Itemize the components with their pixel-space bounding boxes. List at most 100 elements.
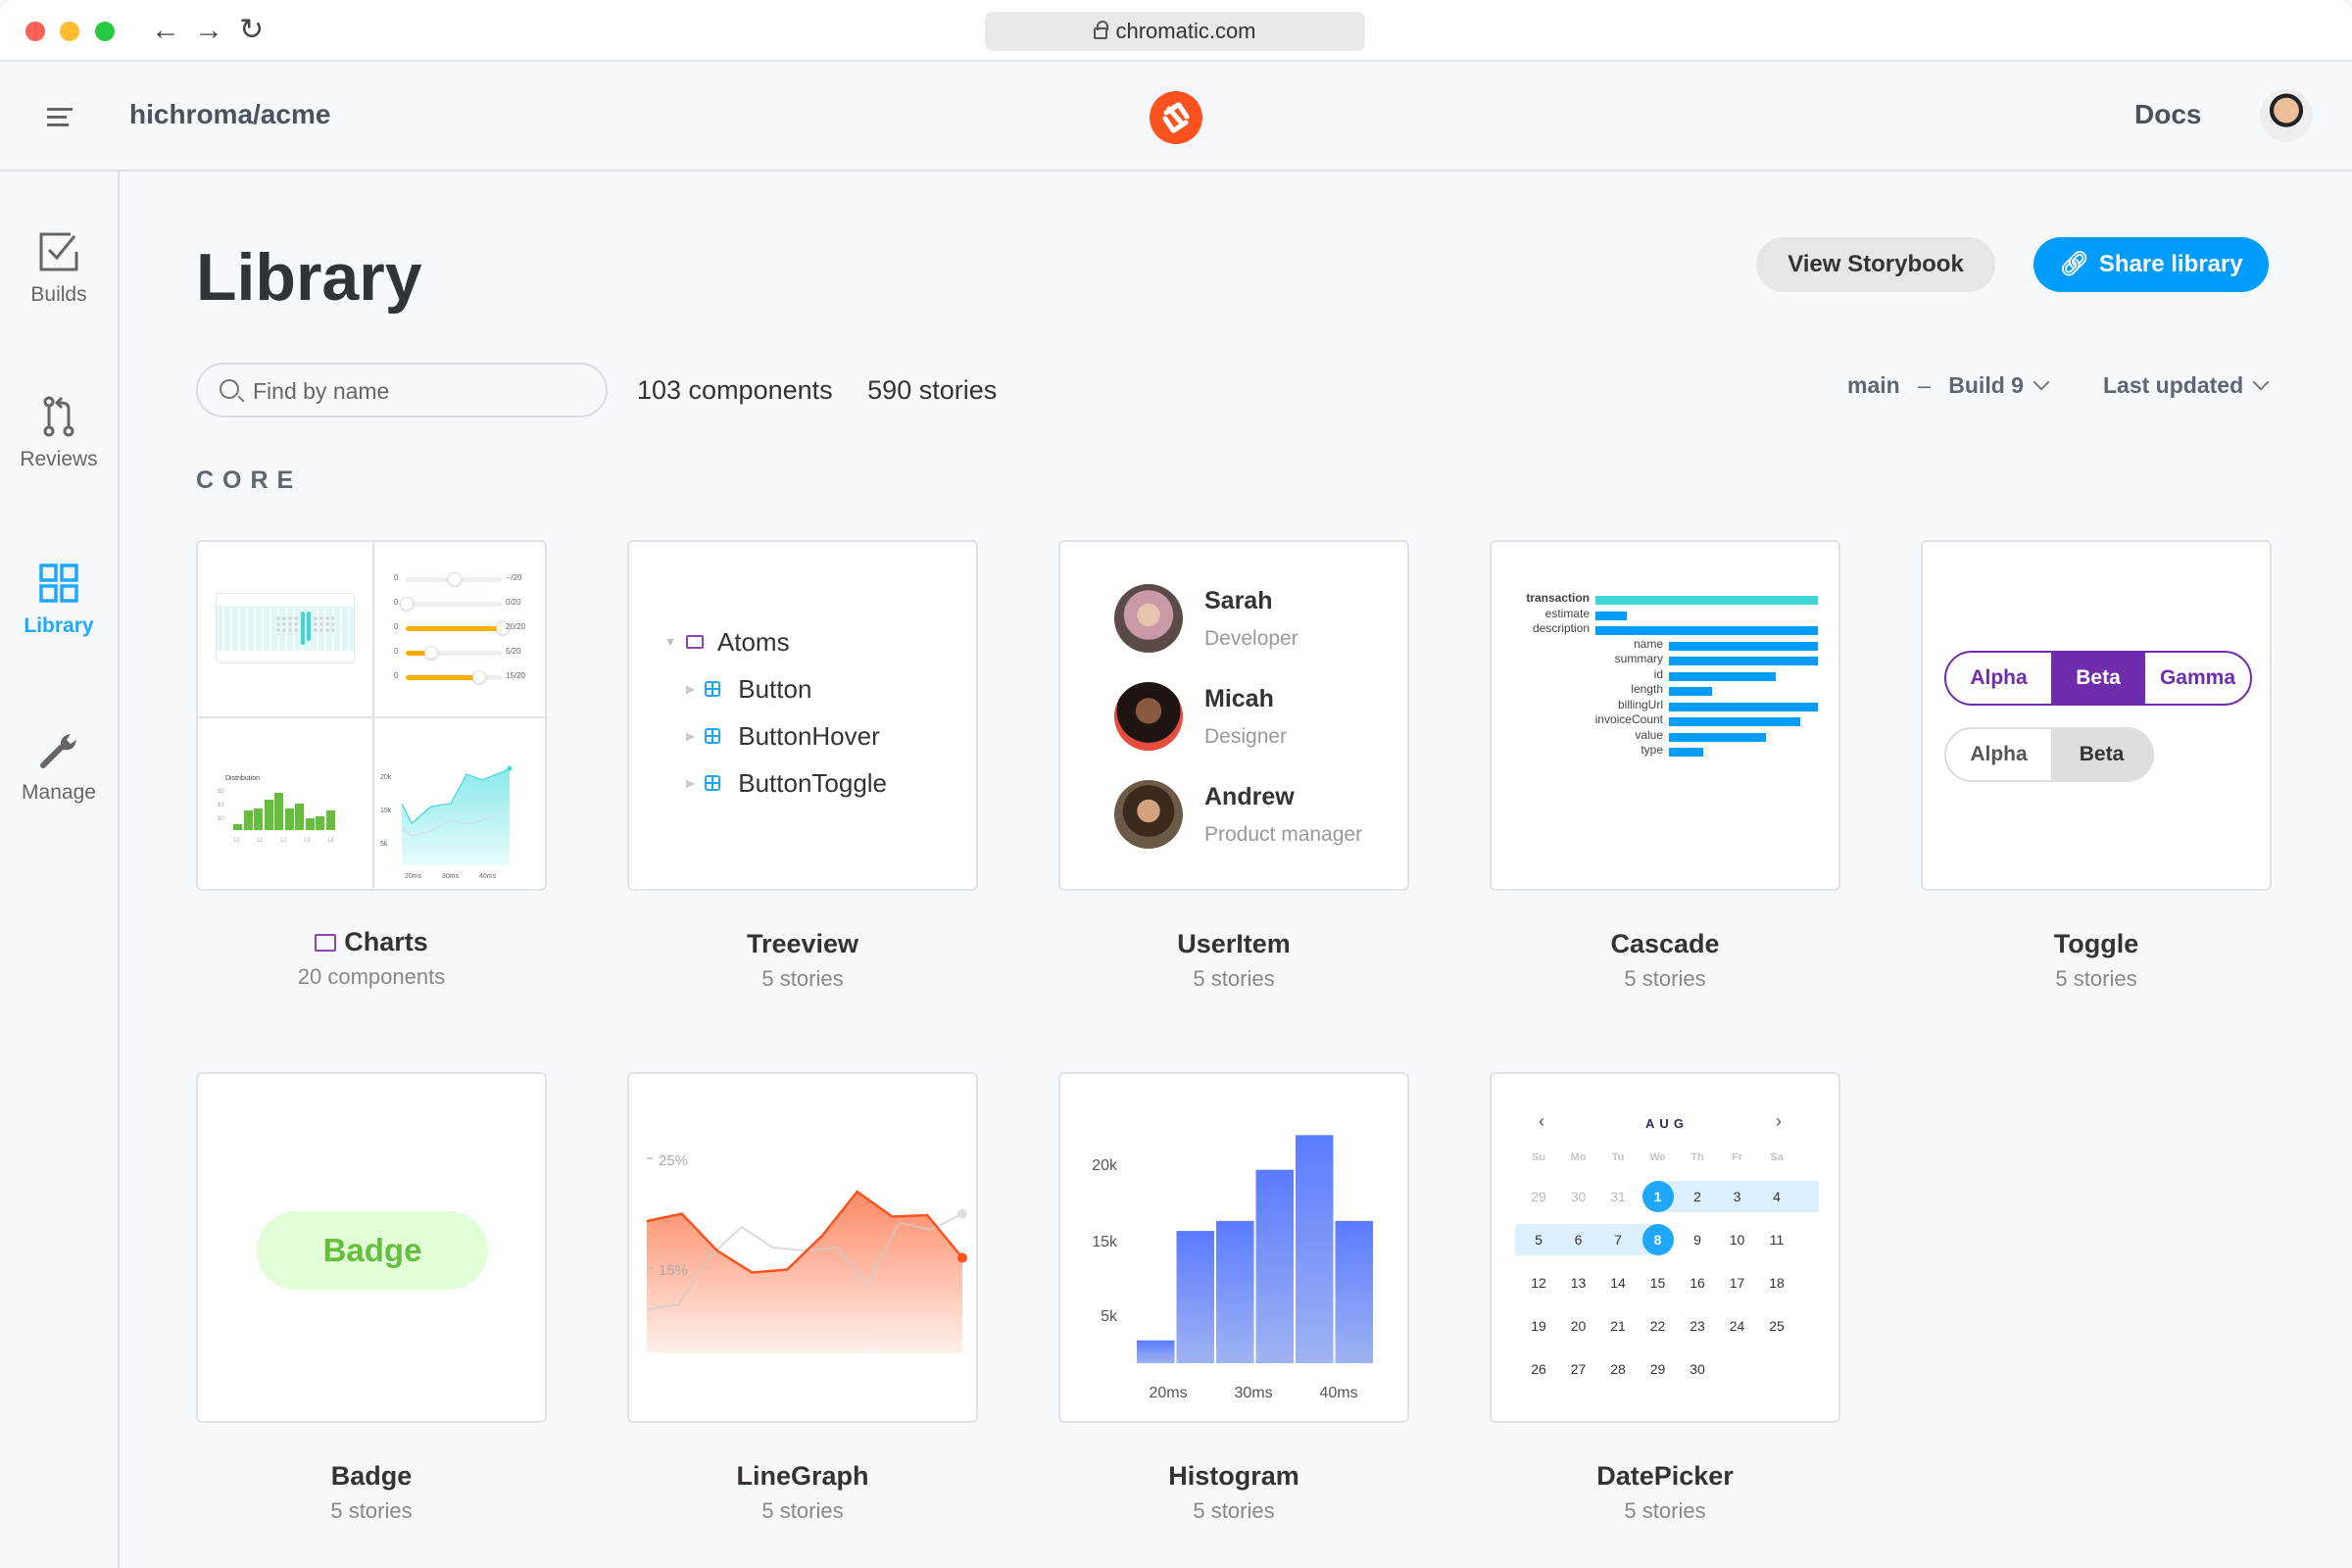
calendar-day[interactable]: 15 bbox=[1642, 1267, 1674, 1298]
toggle-option[interactable]: Alpha bbox=[1946, 729, 2051, 780]
card-title[interactable]: Toggle bbox=[1921, 929, 2272, 959]
toggle-option[interactable]: Gamma bbox=[2145, 653, 2250, 704]
calendar-day[interactable]: 30 bbox=[1563, 1181, 1594, 1212]
search-field[interactable] bbox=[196, 363, 608, 417]
component-card-linegraph[interactable]: 25% 15% bbox=[627, 1072, 978, 1423]
component-card-badge[interactable]: Badge bbox=[196, 1072, 547, 1423]
bar bbox=[233, 824, 242, 830]
calendar-day[interactable]: 4 bbox=[1761, 1181, 1792, 1212]
card-title[interactable]: Badge bbox=[196, 1461, 547, 1492]
calendar-day[interactable]: 30 bbox=[1682, 1353, 1713, 1385]
org-name[interactable]: hichroma/acme bbox=[129, 99, 330, 130]
toggle-option-selected[interactable]: Beta bbox=[2051, 729, 2152, 780]
distribution-thumbnail: Distribution $5 $3 $0 10 11 12 13 14 bbox=[198, 718, 372, 889]
component-card-charts[interactable]: 0 --/20 0 0/20 0 20/20 0 5/20 0 15/20 Distributio… bbox=[196, 540, 547, 891]
user-avatar[interactable] bbox=[2260, 89, 2313, 142]
back-arrow-icon[interactable]: ← bbox=[151, 14, 180, 47]
calendar-day-selected[interactable]: 1 bbox=[1642, 1181, 1674, 1212]
view-storybook-button[interactable]: View Storybook bbox=[1756, 237, 1995, 292]
weekday-label: Th bbox=[1690, 1152, 1704, 1163]
y-tick-label: 20k bbox=[1092, 1157, 1118, 1174]
sidebar-item-library[interactable]: Library bbox=[0, 562, 118, 638]
calendar-day[interactable]: 18 bbox=[1761, 1267, 1792, 1298]
x-tick-label: 20ms bbox=[405, 873, 422, 880]
calendar-day[interactable]: 16 bbox=[1682, 1267, 1713, 1298]
calendar-day[interactable]: 10 bbox=[1722, 1224, 1753, 1255]
cascade-bar bbox=[1669, 687, 1713, 696]
sort-selector[interactable]: Last updated bbox=[2103, 372, 2270, 399]
calendar-day[interactable]: 27 bbox=[1563, 1353, 1594, 1385]
calendar-day[interactable]: 7 bbox=[1602, 1224, 1634, 1255]
calendar-day[interactable]: 11 bbox=[1761, 1224, 1792, 1255]
share-library-button[interactable]: 🔗︎ Share library bbox=[2034, 237, 2269, 292]
calendar-day[interactable]: 14 bbox=[1602, 1267, 1634, 1298]
x-tick-label: 30ms bbox=[442, 873, 460, 880]
calendar-day[interactable]: 29 bbox=[1523, 1181, 1554, 1212]
card-title[interactable]: Histogram bbox=[1058, 1461, 1409, 1492]
docs-link[interactable]: Docs bbox=[2134, 99, 2201, 130]
sidebar-item-builds[interactable]: Builds bbox=[0, 230, 118, 307]
bar bbox=[264, 799, 273, 830]
calendar-day[interactable]: 6 bbox=[1563, 1224, 1594, 1255]
cascade-label: invoiceCount bbox=[1594, 712, 1663, 726]
x-tick-label: 13 bbox=[304, 838, 311, 844]
y-tick-label: 15% bbox=[659, 1262, 688, 1279]
calendar-day[interactable]: 2 bbox=[1682, 1181, 1713, 1212]
calendar-day[interactable]: 5 bbox=[1523, 1224, 1554, 1255]
search-input[interactable] bbox=[253, 374, 586, 408]
forward-arrow-icon[interactable]: → bbox=[194, 14, 223, 47]
lock-icon bbox=[1094, 21, 1109, 39]
calendar-day[interactable]: 17 bbox=[1722, 1267, 1753, 1298]
minimize-window-icon[interactable] bbox=[60, 22, 79, 41]
calendar-day[interactable]: 13 bbox=[1563, 1267, 1594, 1298]
user-name: Micah bbox=[1204, 684, 1274, 712]
calendar-day[interactable]: 31 bbox=[1602, 1181, 1634, 1212]
build-selector[interactable]: main – Build 9 bbox=[1847, 372, 2050, 399]
calendar-day[interactable]: 9 bbox=[1682, 1224, 1713, 1255]
component-card-cascade[interactable]: transaction estimate description name summar… bbox=[1490, 540, 1840, 891]
component-card-useritem[interactable]: Sarah Developer Micah Designer Andrew Produ… bbox=[1058, 540, 1409, 891]
user-name: Sarah bbox=[1204, 586, 1273, 614]
calendar-day[interactable]: 20 bbox=[1563, 1310, 1594, 1342]
calendar-day[interactable]: 24 bbox=[1722, 1310, 1753, 1342]
histogram-bar bbox=[1255, 1169, 1294, 1363]
chromatic-logo-icon[interactable] bbox=[1150, 91, 1202, 144]
maximize-window-icon[interactable] bbox=[95, 22, 115, 41]
calendar-day[interactable]: 23 bbox=[1682, 1310, 1713, 1342]
weekday-label: Tu bbox=[1611, 1152, 1625, 1163]
calendar-day[interactable]: 25 bbox=[1761, 1310, 1792, 1342]
sidebar-item-manage[interactable]: Manage bbox=[0, 728, 118, 805]
card-title[interactable]: Treeview bbox=[627, 929, 978, 959]
card-title[interactable]: Cascade bbox=[1490, 929, 1840, 959]
card-subtitle: 5 stories bbox=[1193, 1498, 1275, 1523]
component-card-toggle[interactable]: Alpha Beta Gamma Alpha Beta bbox=[1921, 540, 2272, 891]
calendar-day[interactable]: 26 bbox=[1523, 1353, 1554, 1385]
user-role: Designer bbox=[1204, 724, 1288, 748]
card-title[interactable]: UserItem bbox=[1058, 929, 1409, 959]
reload-icon[interactable]: ↻ bbox=[239, 14, 264, 47]
calendar-day[interactable]: 12 bbox=[1523, 1267, 1554, 1298]
menu-icon[interactable] bbox=[47, 108, 73, 131]
stories-count: 590 stories bbox=[867, 375, 998, 405]
calendar-day[interactable]: 21 bbox=[1602, 1310, 1634, 1342]
card-title[interactable]: LineGraph bbox=[627, 1461, 978, 1492]
calendar-day[interactable]: 28 bbox=[1602, 1353, 1634, 1385]
x-tick-label: 10 bbox=[233, 838, 240, 844]
component-card-histogram[interactable]: 20k 15k 5k 20ms 30ms 40ms bbox=[1058, 1072, 1409, 1423]
sidebar-item-reviews[interactable]: Reviews bbox=[0, 395, 118, 471]
close-window-icon[interactable] bbox=[25, 22, 45, 41]
card-title[interactable]: Charts bbox=[196, 927, 547, 957]
slider-min: 0 bbox=[394, 622, 399, 631]
component-card-datepicker[interactable]: ‹ › AUG Su Mo Tu We Th Fr Sa 29 30 31 1 2 3 4 5 6 7 8 9 10 11 12… bbox=[1490, 1072, 1840, 1423]
component-card-treeview[interactable]: ▼ Atoms ▶ Button ▶ ButtonHover ▶ ButtonToggl… bbox=[627, 540, 978, 891]
toggle-option-selected[interactable]: Beta bbox=[2051, 653, 2145, 704]
calendar-day[interactable]: 22 bbox=[1642, 1310, 1674, 1342]
calendar-day[interactable]: 29 bbox=[1642, 1353, 1674, 1385]
card-title[interactable]: DatePicker bbox=[1490, 1461, 1840, 1492]
slider-label: 20/20 bbox=[506, 622, 526, 631]
calendar-day-selected[interactable]: 8 bbox=[1642, 1224, 1674, 1255]
address-bar[interactable]: chromatic.com bbox=[985, 12, 1365, 51]
toggle-option[interactable]: Alpha bbox=[1946, 653, 2051, 704]
calendar-day[interactable]: 19 bbox=[1523, 1310, 1554, 1342]
calendar-day[interactable]: 3 bbox=[1722, 1181, 1753, 1212]
